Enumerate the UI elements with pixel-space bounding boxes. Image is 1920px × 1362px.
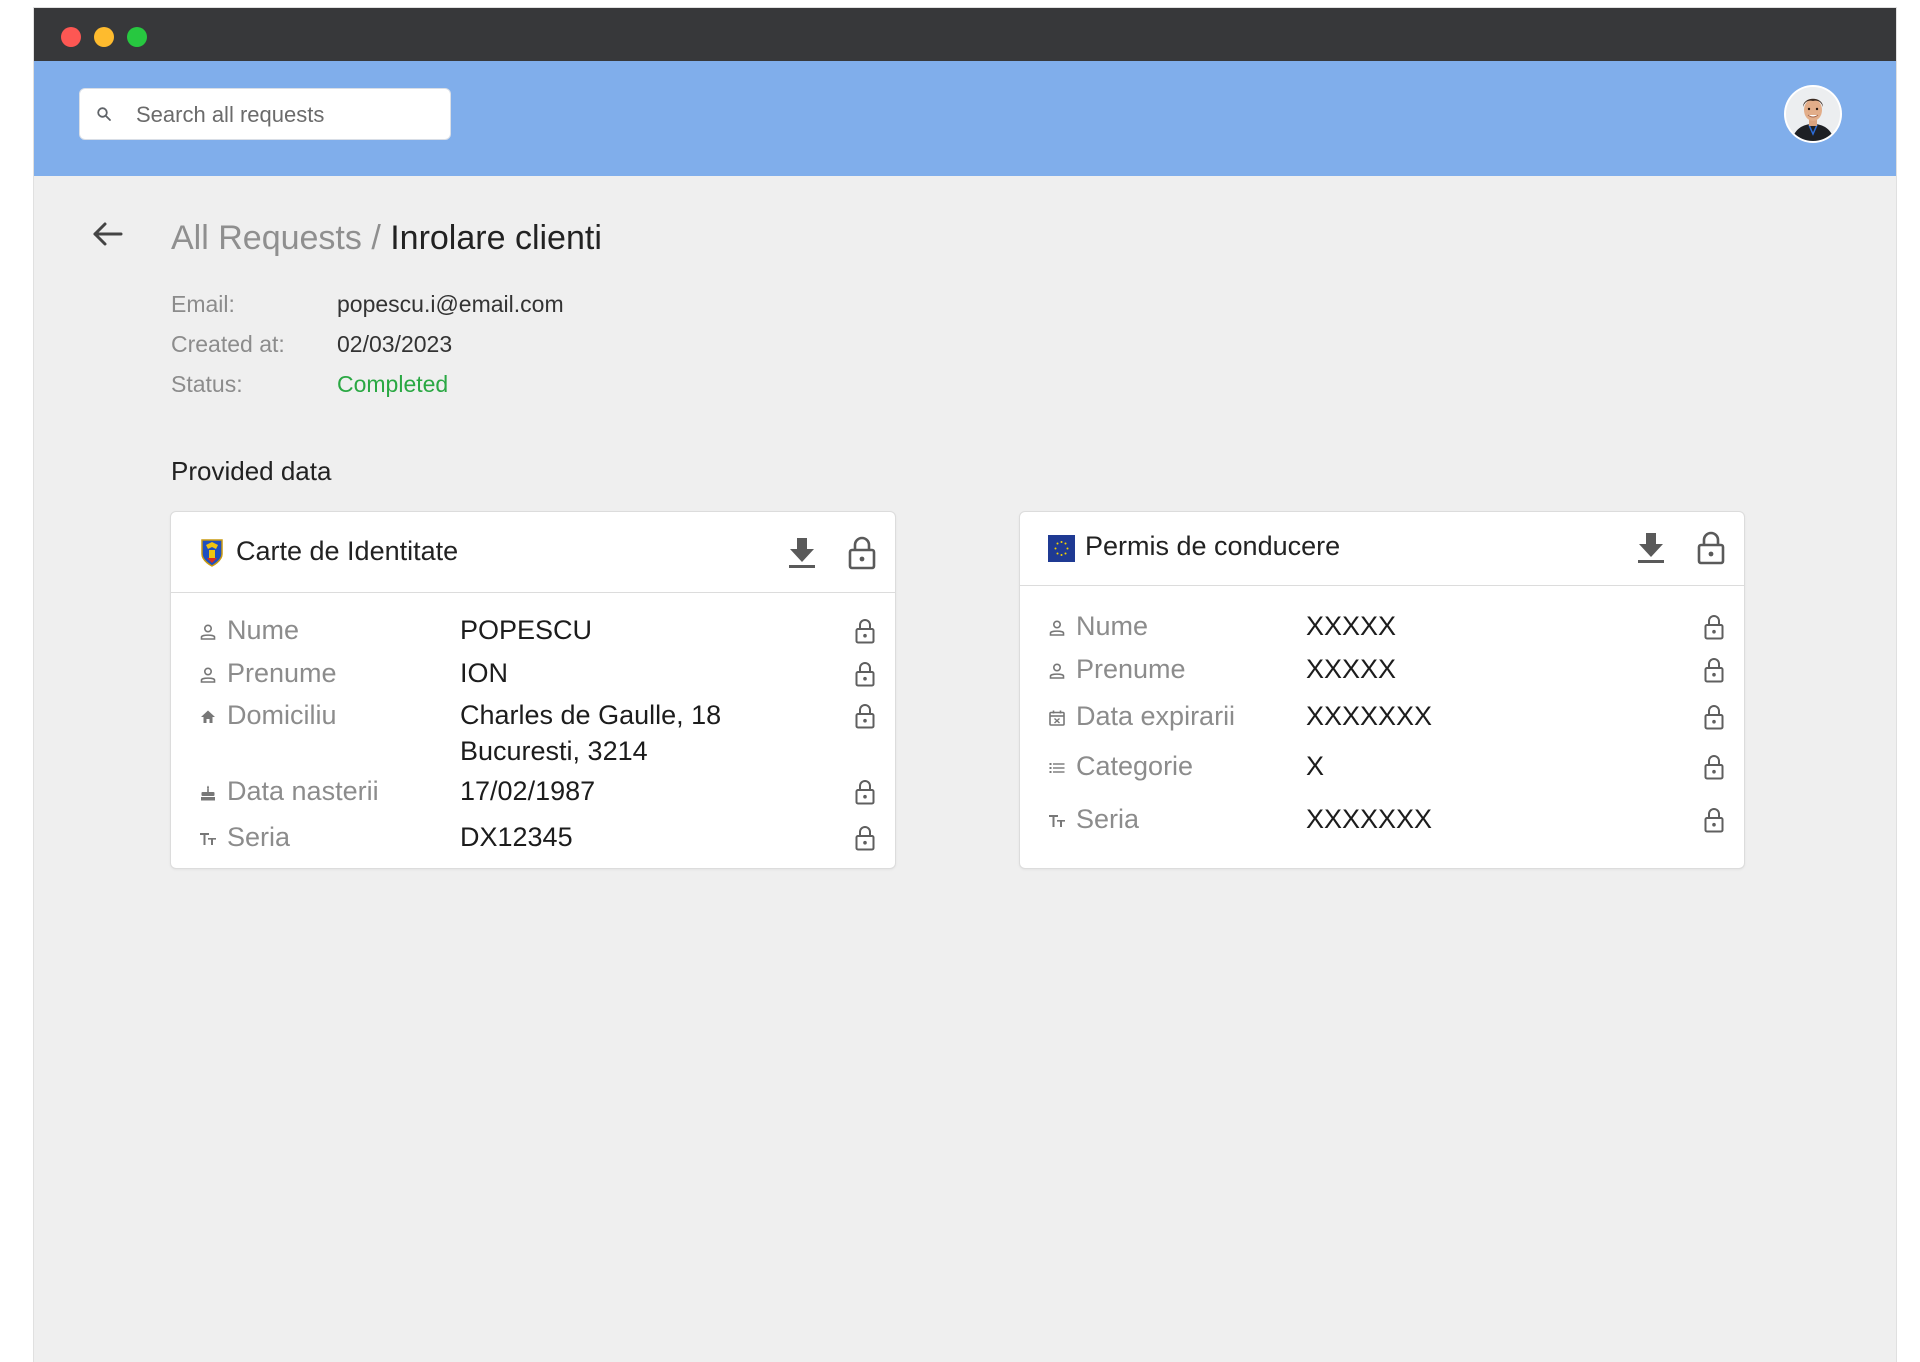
field-row-prenume: Prenume ION [171, 656, 895, 696]
home-icon [201, 710, 215, 723]
field-label: Seria [1076, 804, 1140, 834]
field-label: Data nasterii [227, 776, 379, 806]
field-value: DX12345 [460, 822, 573, 852]
field-value: POPESCU [460, 615, 593, 645]
field-row-seria: Seria XXXXXXX [1020, 802, 1744, 842]
field-value-line2: Bucuresti, 3214 [460, 736, 648, 766]
lock-icon[interactable] [854, 617, 876, 645]
lock-icon[interactable] [1703, 613, 1725, 641]
field-label: Prenume [1076, 654, 1186, 684]
lock-icon[interactable] [854, 778, 876, 806]
cake-icon [201, 785, 215, 801]
search-input[interactable] [134, 89, 438, 141]
eu-flag-icon [1048, 535, 1075, 562]
app-header [34, 61, 1896, 176]
person-icon [1049, 620, 1065, 636]
breadcrumb-separator: / [361, 219, 391, 257]
field-row-domiciliu: Domiciliu Charles de Gaulle, 18 Bucurest… [171, 698, 895, 774]
title-bar [34, 8, 1896, 61]
field-value: 17/02/1987 [460, 776, 596, 806]
lock-icon[interactable] [854, 660, 876, 688]
section-title: Provided data [171, 456, 332, 486]
field-row-nume: Nume XXXXX [1020, 609, 1744, 649]
lock-icon[interactable] [1703, 753, 1725, 781]
field-value: XXXXXXX [1306, 701, 1433, 731]
lock-icon[interactable] [1703, 656, 1725, 684]
breadcrumb-all-requests-link[interactable]: All Requests [171, 219, 362, 257]
search-icon [97, 107, 111, 121]
field-value: XXXXX [1306, 611, 1397, 641]
field-value: Charles de Gaulle, 18 [460, 700, 722, 730]
field-label: Domiciliu [227, 700, 337, 730]
close-window-button[interactable] [61, 27, 81, 47]
card-title: Permis de conducere [1085, 531, 1341, 561]
breadcrumb: All Requests / Inrolare clienti [171, 218, 602, 258]
meta-label: Created at: [171, 331, 285, 357]
text-format-icon [200, 833, 216, 845]
field-label: Categorie [1076, 751, 1194, 781]
field-row-data-nasterii: Data nasterii 17/02/1987 [171, 774, 895, 814]
field-value: ION [460, 658, 509, 688]
minimize-window-button[interactable] [94, 27, 114, 47]
driving-license-panel: Permis de conducere Nume XXXXX Prenume X… [1019, 511, 1745, 869]
list-icon [1049, 763, 1065, 773]
lock-icon[interactable] [854, 824, 876, 852]
field-row-seria: Seria DX12345 [171, 820, 895, 860]
lock-icon[interactable] [1703, 703, 1725, 731]
lock-icon[interactable] [1696, 530, 1726, 566]
person-icon [200, 667, 216, 683]
lock-icon[interactable] [847, 535, 877, 571]
maximize-window-button[interactable] [127, 27, 147, 47]
card-title: Carte de Identitate [236, 536, 459, 566]
calendar-x-icon [1049, 710, 1065, 726]
id-card-panel: Carte de Identitate Nume POPESCU Prenume… [170, 511, 896, 869]
status-badge: Completed [337, 371, 449, 397]
field-value: XXXXX [1306, 654, 1397, 684]
field-row-nume: Nume POPESCU [171, 613, 895, 653]
lock-icon[interactable] [1703, 806, 1725, 834]
browser-window: All Requests / Inrolare clienti Email: p… [34, 8, 1896, 1362]
person-icon [1049, 663, 1065, 679]
card-header: Permis de conducere [1020, 512, 1744, 586]
field-row-prenume: Prenume XXXXX [1020, 652, 1744, 692]
meta-label: Status: [171, 371, 243, 397]
person-icon [200, 624, 216, 640]
field-label: Data expirarii [1076, 701, 1236, 731]
created-at-value: 02/03/2023 [337, 331, 453, 357]
page-title: Inrolare clienti [390, 219, 602, 257]
download-icon[interactable] [787, 536, 817, 570]
email-value: popescu.i@email.com [337, 291, 564, 317]
text-format-icon [1049, 815, 1065, 827]
field-label: Nume [227, 615, 300, 645]
user-avatar[interactable] [1786, 87, 1840, 141]
field-label: Seria [227, 822, 291, 852]
download-icon[interactable] [1636, 531, 1666, 565]
field-value: XXXXXXX [1306, 804, 1433, 834]
field-row-categorie: Categorie X [1020, 749, 1744, 789]
card-header: Carte de Identitate [171, 512, 895, 593]
avatar-icon [1786, 87, 1840, 141]
meta-label: Email: [171, 291, 235, 317]
field-label: Prenume [227, 658, 337, 688]
back-arrow-icon[interactable] [89, 215, 127, 253]
field-value: X [1306, 751, 1325, 781]
field-row-data-expirarii: Data expirarii XXXXXXX [1020, 699, 1744, 739]
field-label: Nume [1076, 611, 1149, 641]
romania-coat-of-arms-icon [201, 539, 223, 567]
lock-icon[interactable] [854, 702, 876, 730]
search-box[interactable] [79, 88, 451, 141]
